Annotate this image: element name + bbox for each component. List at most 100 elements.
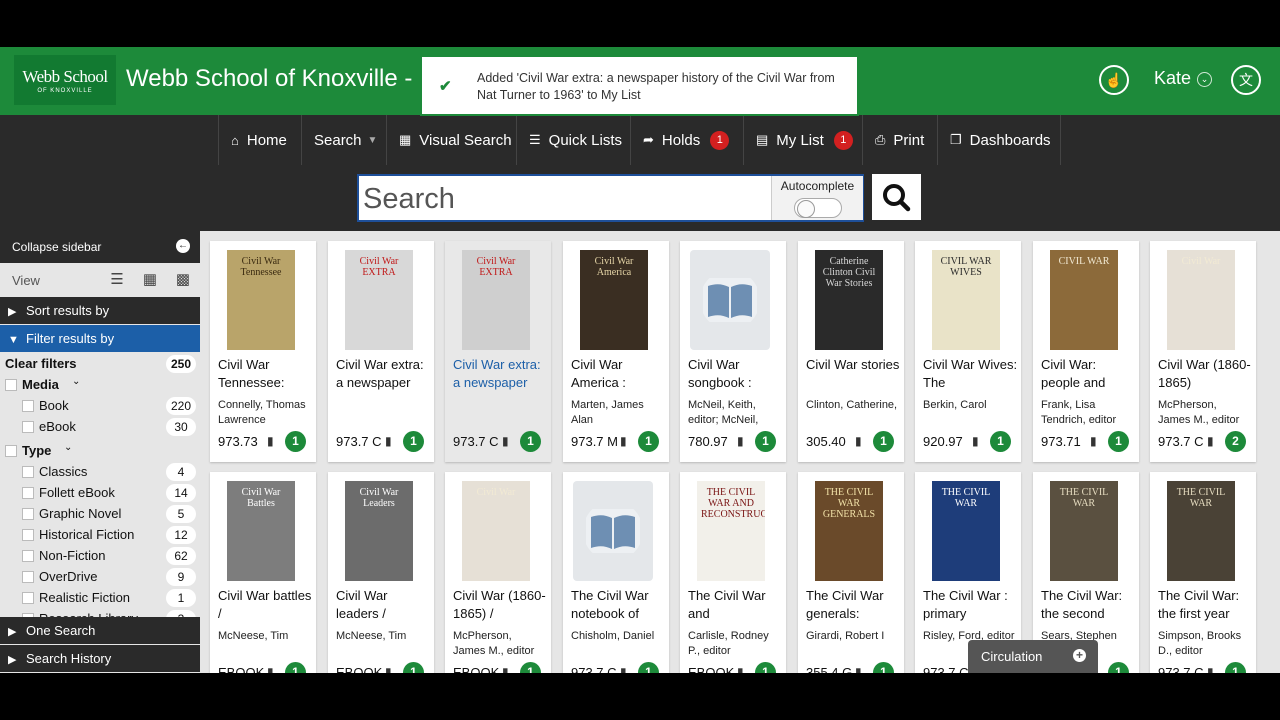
touch-mode-icon[interactable]: ☝ <box>1099 65 1129 95</box>
facet-item[interactable]: Book 220 <box>0 396 200 417</box>
language-icon[interactable]: 文 <box>1231 65 1261 95</box>
facet-checkbox[interactable] <box>22 421 34 433</box>
nav-home[interactable]: ⌂ Home <box>218 115 301 165</box>
user-menu[interactable]: Kate ⌄ <box>1154 68 1213 89</box>
result-card[interactable]: CIVIL WAR WIVES Civil War Wives: The Berki… <box>915 241 1021 462</box>
book-cover[interactable]: Civil War EXTRA <box>345 250 413 350</box>
result-title[interactable]: The Civil War: the second <box>1041 587 1136 623</box>
nav-holds[interactable]: ➦ Holds 1 <box>630 115 743 165</box>
circulation-tab[interactable]: Circulation + <box>968 640 1098 673</box>
book-cover[interactable]: Catherine Clinton Civil War Stories <box>815 250 883 350</box>
facet-item[interactable]: Realistic Fiction 1 <box>0 588 200 609</box>
book-cover[interactable]: THE CIVIL WAR AND RECONSTRUCTION <box>697 481 765 581</box>
facet-checkbox[interactable] <box>22 400 34 412</box>
result-card[interactable]: THE CIVIL WAR The Civil War: the first ye… <box>1150 472 1256 673</box>
book-cover[interactable]: THE CIVIL WAR <box>1167 481 1235 581</box>
result-title[interactable]: Civil War Wives: The <box>923 356 1018 392</box>
book-cover[interactable]: CIVIL WAR <box>1050 250 1118 350</box>
book-cover[interactable]: Civil War America <box>580 250 648 350</box>
result-title[interactable]: The Civil War notebook of <box>571 587 666 623</box>
result-title[interactable]: Civil War (1860-1865) / <box>453 587 548 623</box>
book-cover[interactable]: CIVIL WAR WIVES <box>932 250 1000 350</box>
result-title[interactable]: Civil War songbook : <box>688 356 783 392</box>
facet-item[interactable]: Non-Fiction 62 <box>0 546 200 567</box>
school-logo[interactable]: Webb School OF KNOXVILLE <box>14 55 116 105</box>
book-cover[interactable]: Civil War Battles <box>227 481 295 581</box>
nav-search[interactable]: Search ▼ <box>301 115 386 165</box>
facet-checkbox[interactable] <box>22 487 34 499</box>
result-title[interactable]: Civil War (1860-1865) <box>1158 356 1253 392</box>
facet-checkbox[interactable] <box>22 508 34 520</box>
result-card[interactable]: Civil War EXTRA Civil War extra: a newspa… <box>328 241 434 462</box>
search-input[interactable]: Search Autocomplete <box>357 174 864 222</box>
one-search-toggle[interactable]: ▶ One Search <box>0 617 200 644</box>
facet-item[interactable]: Follett eBook 14 <box>0 483 200 504</box>
search-history-toggle[interactable]: ▶ Search History <box>0 645 200 672</box>
result-card[interactable]: Catherine Clinton Civil War Stories Civil… <box>798 241 904 462</box>
result-card[interactable]: Civil War Civil War (1860-1865) / McPherso… <box>445 472 551 673</box>
result-title[interactable]: The Civil War and <box>688 587 783 623</box>
facet-item[interactable]: Historical Fiction 12 <box>0 525 200 546</box>
result-card[interactable]: Civil War America Civil War America : Mart… <box>563 241 669 462</box>
result-title[interactable]: Civil War America : <box>571 356 666 392</box>
nav-my-list[interactable]: ▤ My List 1 <box>743 115 862 165</box>
book-cover[interactable]: Civil War <box>1167 250 1235 350</box>
book-cover[interactable]: THE CIVIL WAR <box>1050 481 1118 581</box>
facet-group-type[interactable]: Type ⌄ <box>0 441 200 462</box>
result-title[interactable]: The Civil War generals: <box>806 587 901 623</box>
result-card[interactable]: Civil War Leaders Civil War leaders / McNe… <box>328 472 434 673</box>
result-card[interactable]: Civil War Civil War (1860-1865) McPherson,… <box>1150 241 1256 462</box>
facet-checkbox[interactable] <box>22 550 34 562</box>
result-card[interactable]: Civil War EXTRA Civil War extra: a newspa… <box>445 241 551 462</box>
facet-item[interactable]: eBook 30 <box>0 417 200 438</box>
result-title[interactable]: The Civil War : primary <box>923 587 1018 623</box>
book-cover[interactable]: Civil War Tennessee <box>227 250 295 350</box>
facet-group-media[interactable]: Media ⌄ <box>0 375 200 396</box>
book-cover[interactable]: Civil War Leaders <box>345 481 413 581</box>
facet-item[interactable]: Graphic Novel 5 <box>0 504 200 525</box>
facet-checkbox[interactable] <box>22 592 34 604</box>
nav-print[interactable]: ⎙ Print <box>862 115 937 165</box>
clear-filters-row[interactable]: Clear filters 250 <box>0 354 200 375</box>
facet-checkbox[interactable] <box>5 445 17 457</box>
result-title[interactable]: Civil War extra: a newspaper <box>336 356 431 392</box>
result-title[interactable]: Civil War leaders / <box>336 587 431 623</box>
result-title[interactable]: Civil War battles / <box>218 587 313 623</box>
nav-dashboards[interactable]: ❐ Dashboards <box>937 115 1061 165</box>
result-card[interactable]: Civil War Tennessee Civil War Tennessee: C… <box>210 241 316 462</box>
list-view-icon[interactable]: ☰ <box>107 271 127 289</box>
large-grid-view-icon[interactable]: ▩ <box>173 271 193 289</box>
book-cover[interactable] <box>573 481 653 581</box>
sort-results-toggle[interactable]: ▶ Sort results by <box>0 297 200 324</box>
result-card[interactable]: THE CIVIL WAR GENERALS The Civil War gene… <box>798 472 904 673</box>
result-card[interactable]: CIVIL WAR Civil War: people and Frank, Lis… <box>1033 241 1139 462</box>
result-card[interactable]: THE CIVIL WAR AND RECONSTRUCTION The Civi… <box>680 472 786 673</box>
result-title[interactable]: Civil War: people and <box>1041 356 1136 392</box>
grid-view-icon[interactable]: ▦ <box>140 271 160 289</box>
search-button[interactable] <box>872 174 921 220</box>
book-cover[interactable]: THE CIVIL WAR GENERALS <box>815 481 883 581</box>
facet-checkbox[interactable] <box>22 571 34 583</box>
facet-item[interactable]: Classics 4 <box>0 462 200 483</box>
collapse-sidebar-button[interactable]: Collapse sidebar ← <box>0 231 200 263</box>
autocomplete-toggle[interactable] <box>793 198 842 218</box>
nav-visual-search[interactable]: ▦ Visual Search <box>386 115 516 165</box>
nav-quick-lists[interactable]: ☰ Quick Lists <box>516 115 630 165</box>
result-card[interactable]: The Civil War notebook of Chisholm, Danie… <box>563 472 669 673</box>
book-cover[interactable]: Civil War <box>462 481 530 581</box>
facet-checkbox[interactable] <box>5 379 17 391</box>
facet-checkbox[interactable] <box>22 529 34 541</box>
result-card[interactable]: Civil War songbook : McNeil, Keith, edito… <box>680 241 786 462</box>
filter-results-toggle[interactable]: ▼ Filter results by <box>0 325 200 352</box>
facet-checkbox[interactable] <box>22 466 34 478</box>
result-title[interactable]: Civil War Tennessee: <box>218 356 313 392</box>
book-cover[interactable]: THE CIVIL WAR <box>932 481 1000 581</box>
result-card[interactable]: Civil War Battles Civil War battles / McNe… <box>210 472 316 673</box>
result-title[interactable]: Civil War extra: a newspaper <box>453 356 548 392</box>
facet-item[interactable]: OverDrive 9 <box>0 567 200 588</box>
book-cover[interactable]: Civil War EXTRA <box>462 250 530 350</box>
result-title[interactable]: Civil War stories <box>806 356 901 392</box>
clear-filters-link[interactable]: Clear filters <box>5 356 77 371</box>
book-cover[interactable] <box>690 250 770 350</box>
result-title[interactable]: The Civil War: the first year <box>1158 587 1253 623</box>
